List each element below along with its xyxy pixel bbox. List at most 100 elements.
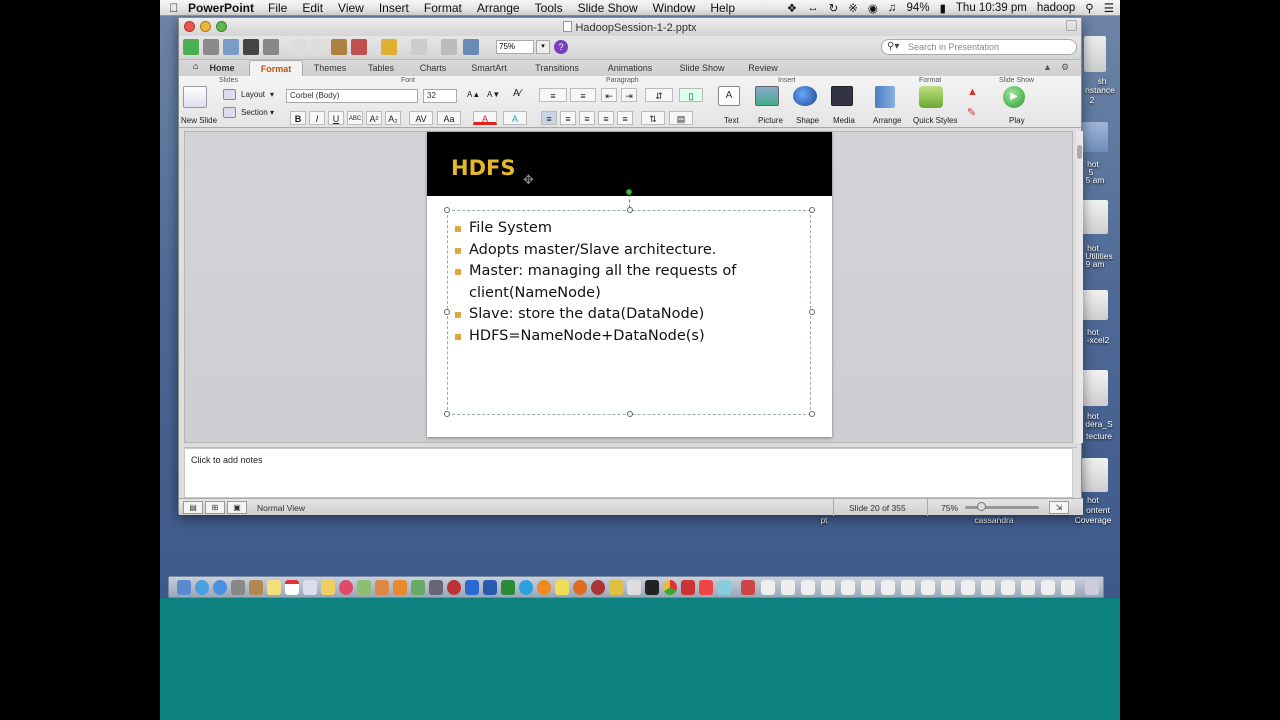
document-icon[interactable] bbox=[1021, 580, 1035, 595]
menu-file[interactable]: File bbox=[268, 1, 287, 15]
menu-format[interactable]: Format bbox=[424, 1, 462, 15]
fill-color-icon[interactable]: ▲ bbox=[967, 86, 978, 98]
scroll-thumb[interactable] bbox=[1077, 145, 1082, 159]
media-icon[interactable] bbox=[831, 86, 853, 106]
resize-handle[interactable] bbox=[444, 309, 450, 315]
battery-icon[interactable]: ▮ bbox=[940, 1, 946, 15]
document-icon[interactable] bbox=[921, 580, 935, 595]
menu-window[interactable]: Window bbox=[653, 1, 696, 15]
bullet-item-continuation[interactable]: client(NameNode) bbox=[455, 283, 736, 305]
chess-icon[interactable] bbox=[447, 580, 461, 595]
app-icon[interactable] bbox=[699, 580, 713, 595]
font-name-field[interactable]: Corbel (Body) bbox=[286, 89, 418, 103]
dictionary-icon[interactable] bbox=[429, 580, 443, 595]
copy-icon[interactable] bbox=[311, 39, 327, 55]
bluetooth-icon[interactable]: ※ bbox=[848, 1, 858, 15]
resize-handle[interactable] bbox=[444, 411, 450, 417]
desktop-label[interactable]: pt bbox=[816, 516, 832, 525]
apple-icon[interactable]:  bbox=[160, 1, 188, 15]
text-effects-button[interactable]: A bbox=[503, 111, 527, 125]
bullet-item[interactable]: Master: managing all the requests of bbox=[455, 261, 736, 283]
bullets-button[interactable]: ≡ bbox=[539, 88, 567, 102]
screenshot-icon[interactable] bbox=[1082, 290, 1108, 320]
time-machine-icon[interactable]: ↻ bbox=[829, 1, 839, 15]
columns-button[interactable]: ▯ bbox=[679, 88, 703, 102]
app-icon[interactable] bbox=[627, 580, 641, 595]
folder-icon[interactable] bbox=[1082, 122, 1108, 152]
document-icon[interactable] bbox=[821, 580, 835, 595]
bullet-item[interactable]: Slave: store the data(DataNode) bbox=[455, 304, 736, 326]
redo-icon[interactable] bbox=[411, 39, 427, 55]
insert-text-label[interactable]: Text bbox=[724, 116, 739, 125]
preview-icon[interactable] bbox=[303, 580, 317, 595]
cut-icon[interactable] bbox=[291, 39, 307, 55]
slide-canvas[interactable]: HDFS ✥ File System Adopts master/Slave a… bbox=[427, 132, 832, 437]
arrows-icon[interactable]: ↔ bbox=[807, 2, 819, 14]
bullet-item[interactable]: Adopts master/Slave architecture. bbox=[455, 240, 736, 262]
new-slide-label[interactable]: New Slide bbox=[181, 116, 217, 125]
notes-placeholder[interactable]: Click to add notes bbox=[191, 455, 263, 465]
rotation-handle[interactable] bbox=[626, 189, 632, 195]
zoom-field[interactable]: 75% bbox=[496, 40, 534, 54]
app-icon[interactable] bbox=[609, 580, 623, 595]
app-store-icon[interactable] bbox=[213, 580, 227, 595]
insert-picture-label[interactable]: Picture bbox=[758, 116, 783, 125]
desktop-label[interactable]: cassandra bbox=[966, 516, 1022, 525]
menu-edit[interactable]: Edit bbox=[302, 1, 323, 15]
line-spacing-button[interactable]: ⇵ bbox=[645, 88, 673, 102]
zoom-slider-knob[interactable] bbox=[977, 502, 986, 511]
desktop-label[interactable]: ontent bbox=[1078, 506, 1118, 515]
bullet-item[interactable]: HDFS=NameNode+DataNode(s) bbox=[455, 326, 736, 348]
italic-button[interactable]: I bbox=[309, 111, 325, 125]
app-icon[interactable] bbox=[681, 580, 695, 595]
chrome-icon[interactable] bbox=[663, 580, 677, 595]
document-icon[interactable] bbox=[1061, 580, 1075, 595]
shape-icon[interactable] bbox=[793, 86, 817, 106]
tab-review[interactable]: Review bbox=[741, 60, 785, 76]
battery-text[interactable]: 94% bbox=[907, 2, 930, 14]
desktop-label[interactable]: 2 bbox=[1080, 96, 1104, 105]
document-icon[interactable] bbox=[761, 580, 775, 595]
desktop-label[interactable]: 9 am bbox=[1082, 260, 1108, 269]
tab-charts[interactable]: Charts bbox=[413, 60, 453, 76]
bullet-list[interactable]: File System Adopts master/Slave architec… bbox=[455, 218, 736, 348]
align-left-button[interactable]: ≡ bbox=[541, 111, 557, 125]
slide-sorter-icon[interactable] bbox=[441, 39, 457, 55]
stickies-icon[interactable] bbox=[321, 580, 335, 595]
script-icon[interactable]: ❖ bbox=[787, 1, 797, 15]
text-direction-button[interactable]: ⇅ bbox=[641, 111, 665, 125]
menu-tools[interactable]: Tools bbox=[535, 1, 563, 15]
bold-button[interactable]: B bbox=[290, 111, 306, 125]
desktop-label[interactable]: nstance bbox=[1080, 86, 1120, 95]
facetime-icon[interactable] bbox=[411, 580, 425, 595]
document-icon[interactable] bbox=[781, 580, 795, 595]
superscript-button[interactable]: A² bbox=[366, 111, 382, 125]
app-icon[interactable] bbox=[717, 580, 731, 595]
vlc-icon[interactable] bbox=[537, 580, 551, 595]
app-icon[interactable] bbox=[555, 580, 569, 595]
app-icon[interactable] bbox=[741, 580, 755, 595]
screenshot-icon[interactable] bbox=[1082, 458, 1108, 492]
user-name[interactable]: hadoop bbox=[1037, 2, 1075, 14]
slide-title[interactable]: HDFS bbox=[451, 156, 515, 180]
resize-handle[interactable] bbox=[809, 411, 815, 417]
format-painter-icon[interactable] bbox=[351, 39, 367, 55]
new-slide-icon[interactable] bbox=[183, 86, 207, 108]
help-icon[interactable]: ? bbox=[554, 40, 568, 54]
new-icon[interactable] bbox=[183, 39, 199, 55]
layout-icon[interactable] bbox=[223, 89, 236, 100]
notes-icon[interactable] bbox=[267, 580, 281, 595]
arrange-icon[interactable] bbox=[875, 86, 895, 108]
desktop-label[interactable]: dera_S bbox=[1078, 420, 1120, 429]
save-icon[interactable] bbox=[243, 39, 259, 55]
spotlight-icon[interactable]: ⚲ bbox=[1085, 1, 1093, 15]
tab-format[interactable]: Format bbox=[249, 60, 303, 76]
photo-icon[interactable] bbox=[375, 580, 389, 595]
tab-tables[interactable]: Tables bbox=[361, 60, 401, 76]
terminal-icon[interactable] bbox=[645, 580, 659, 595]
layout-dropdown-icon[interactable]: ▾ bbox=[270, 90, 274, 99]
insert-media-label[interactable]: Media bbox=[833, 116, 855, 125]
line-color-icon[interactable]: ✎ bbox=[967, 106, 976, 119]
increase-indent-button[interactable]: ⇥ bbox=[621, 88, 637, 102]
document-icon[interactable] bbox=[841, 580, 855, 595]
